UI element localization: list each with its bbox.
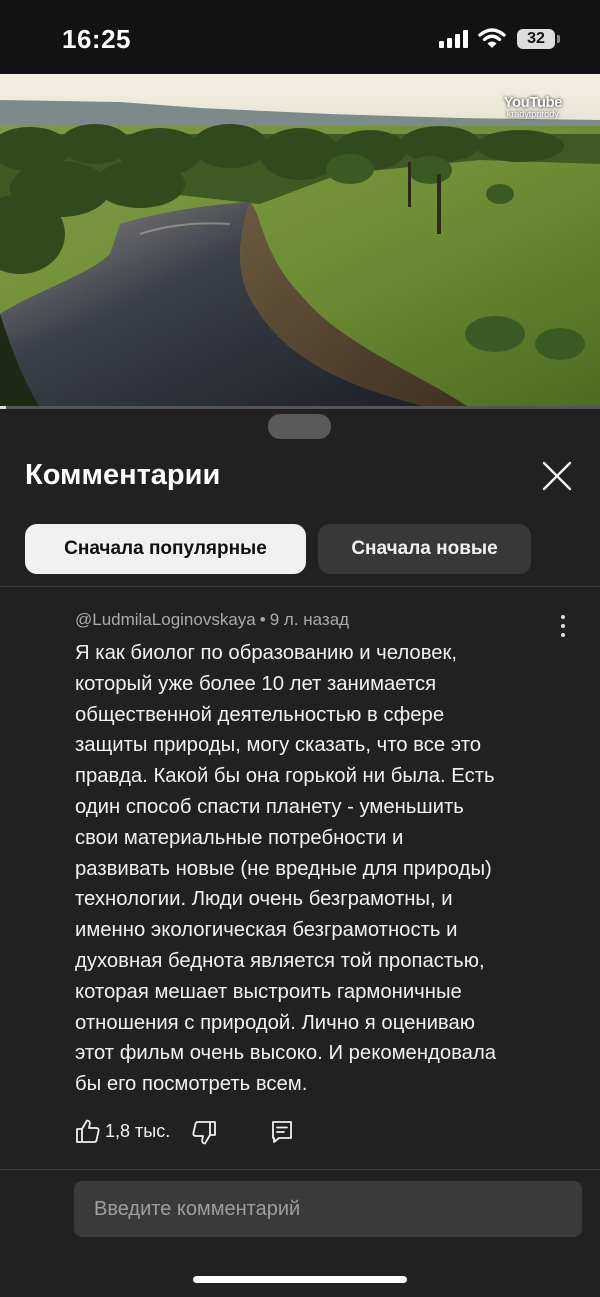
video-player[interactable]: YouTube kradytprirody [0, 74, 600, 408]
drag-handle[interactable] [268, 414, 331, 439]
like-icon[interactable] [75, 1118, 101, 1144]
close-icon[interactable] [540, 459, 574, 493]
comment-time: 9 л. назад [269, 610, 350, 629]
battery-level: 32 [527, 30, 545, 47]
comment-meta: @LudmilaLoginovskaya • 9 л. назад [75, 610, 349, 630]
like-count: 1,8 тыс. [105, 1121, 171, 1141]
video-frame-image [0, 74, 600, 408]
sort-chip-newest[interactable]: Сначала новые [318, 524, 531, 574]
status-bar: 16:25 32 [0, 0, 600, 74]
watermark-channel: kradytprirody [506, 109, 559, 119]
battery-icon: 32 [517, 29, 555, 49]
comment-input[interactable] [74, 1181, 582, 1237]
signal-icon [439, 30, 469, 48]
comment-text: Я как биолог по образованию и человек, к… [75, 642, 497, 1096]
sheet-title: Комментарии [25, 459, 221, 491]
comments-sheet: Комментарии Сначала популярные Сначала н… [0, 409, 600, 1297]
meta-separator: • [259, 610, 266, 629]
status-time: 16:25 [62, 24, 131, 54]
wifi-icon [478, 28, 506, 48]
comment-author[interactable]: @LudmilaLoginovskaya [75, 610, 256, 629]
divider [0, 586, 600, 587]
divider [0, 1169, 600, 1170]
dislike-icon[interactable] [191, 1120, 217, 1146]
battery-nub [557, 35, 560, 43]
home-indicator[interactable] [193, 1276, 407, 1283]
video-watermark: YouTube kradytprirody [504, 94, 563, 119]
more-vert-icon[interactable] [554, 613, 572, 639]
sort-chip-popular[interactable]: Сначала популярные [25, 524, 306, 574]
reply-icon[interactable] [270, 1119, 294, 1145]
